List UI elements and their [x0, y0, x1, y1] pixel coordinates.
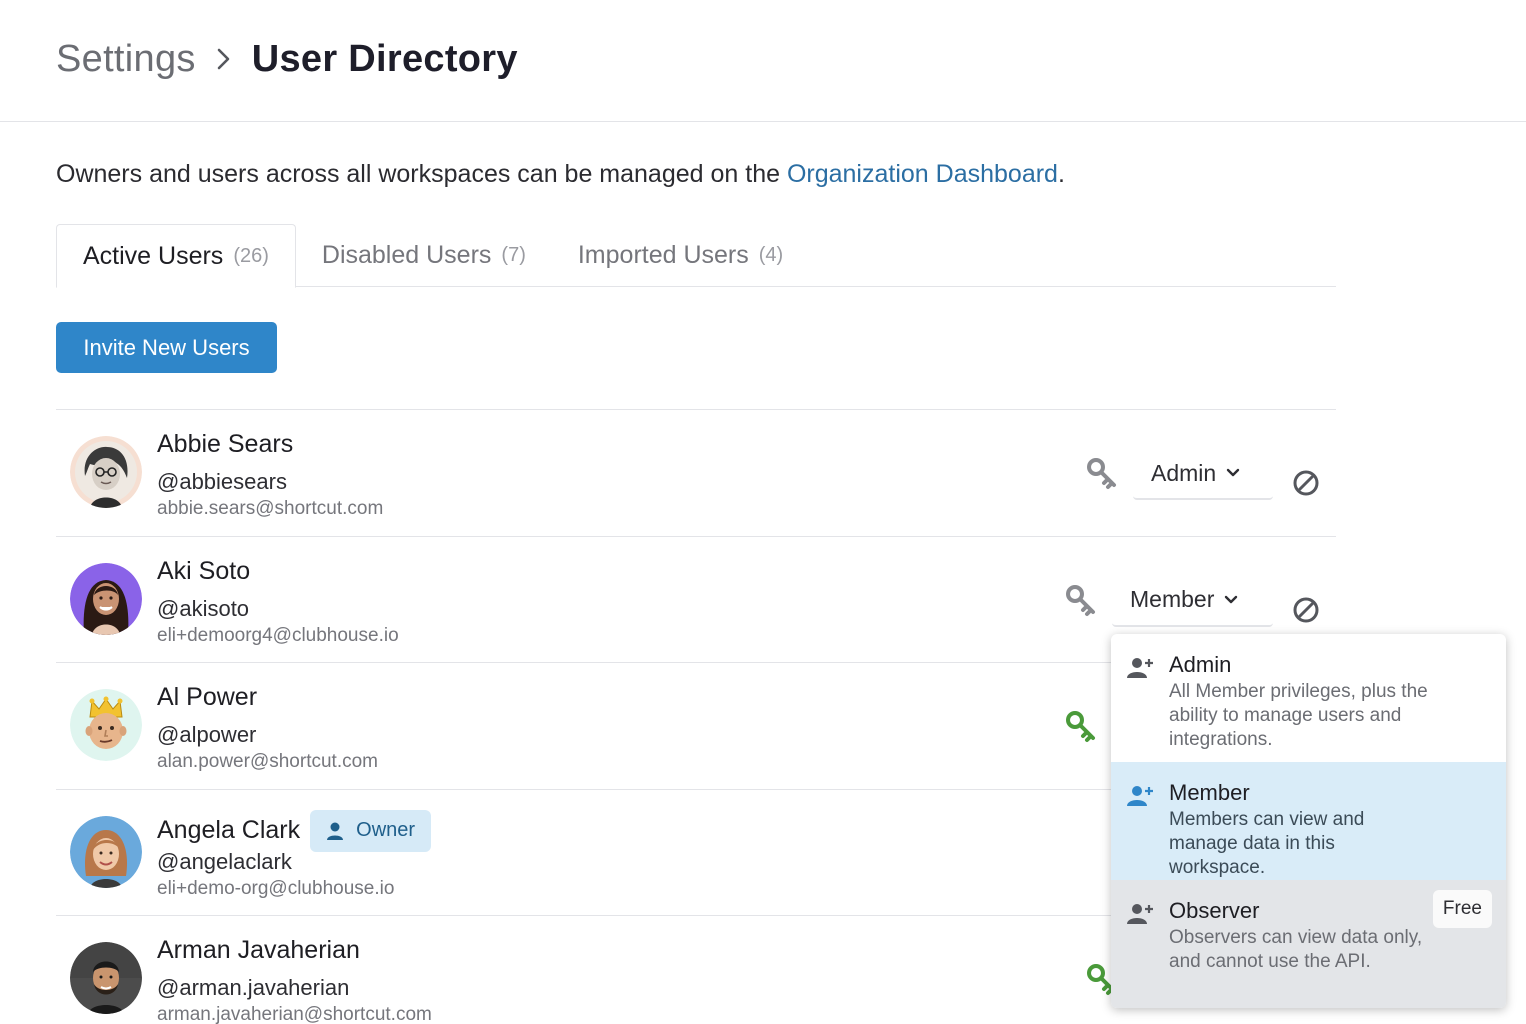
breadcrumb: Settings User Directory: [56, 34, 518, 84]
user-name[interactable]: Arman Javaherian: [157, 936, 360, 965]
role-option-description: Observers can view data only, and cannot…: [1169, 927, 1423, 972]
person-icon: [327, 822, 344, 840]
user-handle: @abbiesears: [157, 469, 287, 494]
role-option-description: All Member privileges, plus the ability …: [1169, 681, 1428, 750]
user-handle: @arman.javaherian: [157, 975, 350, 1000]
user-name-line: Arman Javaherian: [157, 936, 360, 965]
role-option-admin[interactable]: Admin All Member privileges, plus the ab…: [1111, 634, 1506, 762]
user-email: abbie.sears@shortcut.com: [157, 498, 384, 519]
tab-disabled-users[interactable]: Disabled Users (7): [296, 224, 552, 287]
user-name-line: Al Power: [157, 683, 257, 712]
owner-badge: Owner: [310, 809, 432, 852]
page-title: User Directory: [251, 37, 518, 80]
avatar: [70, 436, 142, 508]
intro-text-after: .: [1057, 160, 1065, 188]
chevron-down-icon: [1227, 468, 1240, 477]
user-email: eli+demo-org@clubhouse.io: [157, 877, 395, 899]
tab-label: Disabled Users: [321, 241, 492, 269]
intro-text: Owners and users across all workspaces c…: [56, 160, 1065, 189]
avatar: [70, 562, 142, 635]
tab-label: Active Users: [83, 241, 224, 270]
chevron-down-icon: [1225, 595, 1238, 603]
chevron-right-icon: [204, 39, 244, 79]
user-name[interactable]: Angela Clark: [157, 816, 300, 845]
user-name-line: Abbie Sears: [157, 430, 293, 459]
role-option-observer[interactable]: Observer Observers can view data only, a…: [1111, 880, 1506, 1008]
disable-user-icon[interactable]: [1292, 596, 1320, 624]
tab-active-users[interactable]: Active Users (26): [56, 224, 296, 288]
user-email: eli+demoorg4@clubhouse.io: [157, 624, 399, 646]
key-icon[interactable]: [1085, 456, 1119, 490]
invite-new-users-button[interactable]: Invite New Users: [56, 322, 277, 373]
table-row: Abbie Sears @abbiesears abbie.sears@shor…: [56, 409, 1336, 536]
add-user-icon: [1127, 784, 1155, 813]
key-icon[interactable]: [1064, 583, 1098, 617]
user-handle: @akisoto: [157, 595, 250, 621]
role-option-title: Member: [1169, 780, 1250, 805]
breadcrumb-settings-link[interactable]: Settings: [56, 38, 196, 81]
user-email: arman.javaherian@shortcut.com: [157, 1004, 432, 1024]
tab-count: (26): [233, 244, 269, 267]
role-select-value: Member: [1130, 586, 1215, 612]
free-badge: Free: [1432, 890, 1492, 928]
tab-count: (7): [501, 244, 526, 266]
role-option-description: Members can view and manage data in this…: [1169, 809, 1365, 878]
avatar: [70, 815, 142, 888]
role-select[interactable]: Member: [1112, 574, 1273, 627]
add-user-icon: [1127, 902, 1155, 931]
user-name-line: Aki Soto: [157, 557, 250, 586]
disable-user-icon[interactable]: [1292, 469, 1320, 497]
intro-text-before: Owners and users across all workspaces c…: [56, 160, 787, 188]
role-option-member[interactable]: Member Members can view and manage data …: [1111, 762, 1506, 880]
avatar: [70, 689, 142, 761]
user-handle: @angelaclark: [157, 848, 292, 874]
role-dropdown-menu: Admin All Member privileges, plus the ab…: [1111, 634, 1506, 1008]
user-tabs: Active Users (26) Disabled Users (7) Imp…: [56, 224, 1336, 288]
user-handle: @alpower: [157, 722, 257, 747]
user-name[interactable]: Al Power: [157, 683, 257, 712]
user-name-line: Angela Clark Owner: [157, 809, 432, 852]
key-icon[interactable]: [1064, 709, 1098, 743]
role-select-value: Admin: [1151, 459, 1217, 486]
tab-label: Imported Users: [577, 241, 749, 269]
user-name[interactable]: Aki Soto: [157, 557, 250, 586]
avatar: [70, 942, 142, 1014]
owner-badge-label: Owner: [356, 819, 416, 841]
user-name[interactable]: Abbie Sears: [157, 430, 293, 459]
role-select[interactable]: Admin: [1133, 448, 1273, 500]
tab-imported-users[interactable]: Imported Users (4): [552, 224, 809, 287]
role-option-title: Observer: [1169, 898, 1260, 923]
add-user-icon: [1127, 656, 1155, 685]
organization-dashboard-link[interactable]: Organization Dashboard: [787, 160, 1058, 188]
user-email: alan.power@shortcut.com: [157, 751, 378, 772]
role-option-title: Admin: [1169, 652, 1232, 677]
tab-count: (4): [758, 244, 784, 266]
page-header: Settings User Directory: [0, 0, 1526, 122]
